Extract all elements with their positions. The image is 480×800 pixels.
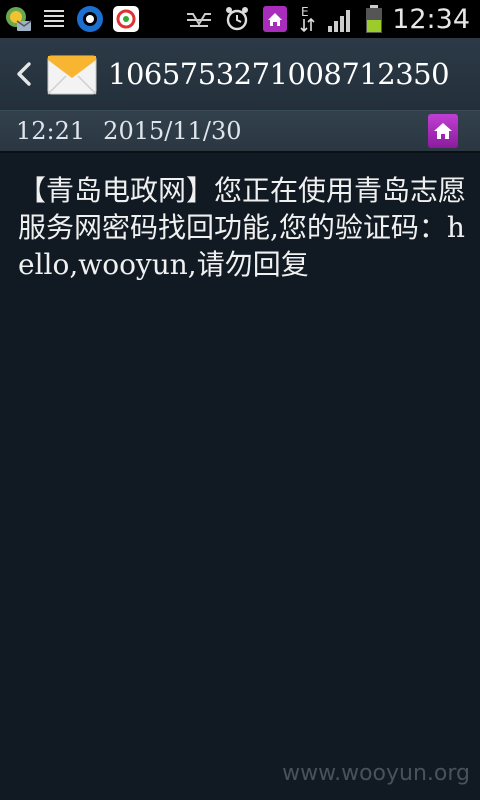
- app-store-icon: [111, 4, 141, 34]
- divider: [0, 151, 480, 153]
- envelope-icon: [46, 50, 98, 98]
- home-icon: [434, 123, 452, 139]
- back-button[interactable]: [8, 54, 40, 94]
- status-bar: E 12:34: [0, 0, 480, 38]
- conversation-header: 1065753271008712350: [0, 38, 480, 111]
- home-button[interactable]: [428, 114, 458, 148]
- message-time: 12:21: [16, 117, 86, 145]
- vibrate-icon: [184, 4, 214, 34]
- signal-icon: [326, 4, 356, 34]
- battery-icon: [364, 4, 384, 34]
- chevron-left-icon: [17, 62, 31, 86]
- call-forward-icon: [3, 4, 33, 34]
- menu-lines-icon: [39, 4, 69, 34]
- alarm-icon: [222, 4, 252, 34]
- watermark: www.wooyun.org: [282, 761, 470, 786]
- data-indicator-text: E: [301, 5, 309, 19]
- message-body: 【青岛电政网】您正在使用青岛志愿服务网密码找回功能,您的验证码：hello,wo…: [18, 174, 467, 281]
- message-date: 2015/11/30: [103, 117, 242, 145]
- home-app-icon: [260, 4, 290, 34]
- message-meta-bar: 12:21 2015/11/30: [0, 111, 480, 151]
- status-clock: 12:34: [392, 3, 470, 35]
- browser-icon: [75, 4, 105, 34]
- data-edge-icon: E: [298, 4, 318, 34]
- sender-number: 1065753271008712350: [108, 57, 450, 91]
